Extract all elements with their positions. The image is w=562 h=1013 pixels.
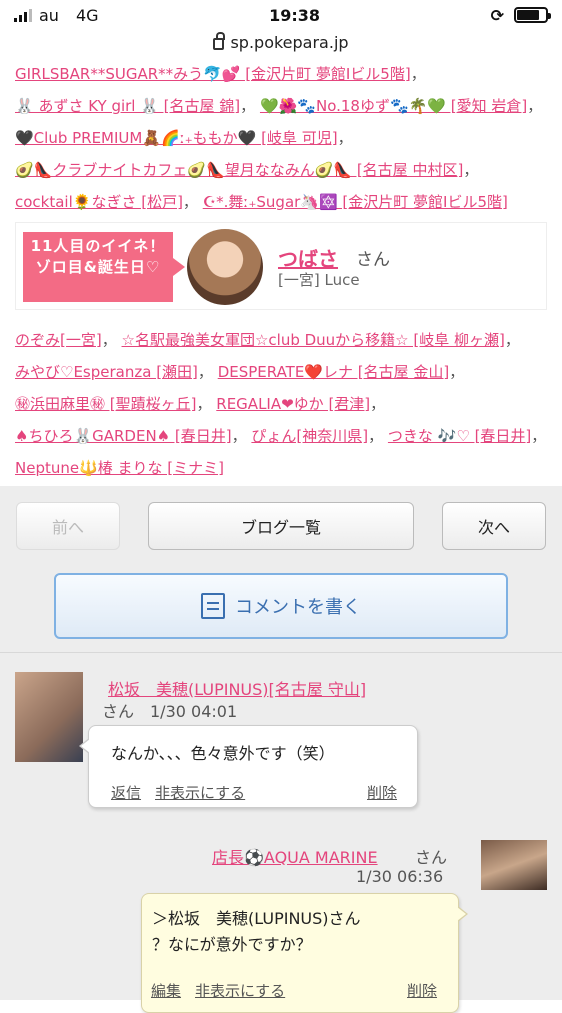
- status-left: au 4G: [14, 6, 99, 25]
- like-link[interactable]: みやび♡Esperanza [瀬田]: [15, 363, 198, 381]
- comment-text: ＞松坂 美穂(LUPINUS)さん ？なにが意外ですか？: [152, 906, 361, 958]
- battery-icon: [514, 7, 551, 23]
- pen-icon: [201, 593, 225, 619]
- like-link[interactable]: ☆名駅最強美女軍団☆club Duuから移籍☆ [岐阜 柳ヶ瀬]: [122, 331, 505, 349]
- status-bar: au 4G 19:38 ⟳: [0, 0, 562, 30]
- comment-line-2: ？なにが意外ですか？: [152, 935, 312, 954]
- avatar[interactable]: [187, 229, 263, 305]
- like-link[interactable]: 🥑👠クラブナイトカフェ🥑👠望月ななみん🥑👠 [名古屋 中村区]: [15, 161, 463, 179]
- delete-link[interactable]: 削除: [407, 980, 437, 1001]
- like-link[interactable]: ぴょん[神奈川県]: [251, 427, 368, 445]
- orientation-lock-icon: ⟳: [490, 5, 504, 25]
- comment-bubble: なんか、、、色々意外です（笑） 返信 非表示にする 削除: [79, 725, 418, 808]
- likes-list-top: GIRLSBAR**SUGAR**みう🐬💕 [金沢片町 夢館Ⅰビル5階]， 🐰 …: [15, 65, 543, 211]
- delete-link[interactable]: 削除: [367, 782, 397, 803]
- like-link[interactable]: GIRLSBAR**SUGAR**みう🐬💕 [金沢片町 夢館Ⅰビル5階]: [15, 65, 411, 83]
- comment-bubble: ＞松坂 美穂(LUPINUS)さん ？なにが意外ですか？ 編集 非表示にする 削…: [141, 893, 468, 1013]
- network-type: 4G: [75, 5, 99, 25]
- lock-icon: [213, 32, 226, 50]
- commenter-name[interactable]: 店長⚽AQUA MARINE: [212, 844, 378, 868]
- like-link[interactable]: 🖤Club PREMIUM🧸🌈ː₊ももか🖤 [岐阜 可児]: [15, 129, 338, 147]
- comment-meta: さん 1/30 04:01: [102, 702, 238, 721]
- hide-link[interactable]: 非表示にする: [195, 980, 285, 1001]
- featured-banner: 11人目のイイネ！ ゾロ目&誕生日♡: [23, 232, 185, 302]
- write-comment-label: コメントを書く: [235, 597, 361, 618]
- like-link[interactable]: 💚🌺🐾No.18ゆず🐾🌴💚 [愛知 岩倉]: [260, 97, 527, 115]
- like-link[interactable]: ㊙浜田麻里㊙ [聖蹟桜ヶ丘]: [15, 395, 196, 413]
- hide-link[interactable]: 非表示にする: [155, 782, 245, 803]
- reply-link[interactable]: 返信: [111, 782, 141, 803]
- comment-line-1: ＞松坂 美穂(LUPINUS)さん: [152, 909, 361, 928]
- clock: 19:38: [269, 5, 321, 25]
- prev-button[interactable]: 前へ: [16, 502, 120, 550]
- divider: [0, 652, 562, 653]
- like-link[interactable]: のぞみ[一宮]: [15, 331, 102, 349]
- next-button[interactable]: 次へ: [442, 502, 546, 550]
- edit-link[interactable]: 編集: [151, 980, 181, 1001]
- featured-shop: [一宮] Luce: [278, 271, 360, 289]
- status-right: ⟳: [490, 5, 551, 25]
- like-link[interactable]: 🐰 あずさ KY girl 🐰 [名古屋 錦]: [15, 97, 240, 115]
- comment-text: なんか、、、色々意外です（笑）: [111, 744, 335, 763]
- featured-suffix: さん: [356, 250, 390, 270]
- like-link[interactable]: つきな 🎶♡ [春日井]: [388, 427, 531, 445]
- like-link[interactable]: DESPERATE❤️レナ [名古屋 金山]: [218, 363, 450, 381]
- like-link[interactable]: ♠ちひろ🐰GARDEN♠ [春日井]: [15, 427, 232, 445]
- likes-list-bottom: のぞみ[一宮]， ☆名駅最強美女軍団☆club Duuから移籍☆ [岐阜 柳ヶ瀬…: [15, 331, 547, 477]
- url-text: sp.pokepara.jp: [230, 32, 349, 52]
- write-comment-button[interactable]: コメントを書く: [54, 573, 508, 639]
- avatar[interactable]: [15, 672, 83, 762]
- avatar[interactable]: [481, 840, 547, 890]
- like-link[interactable]: Neptune🔱椿 まりな [ミナミ]: [15, 459, 224, 477]
- like-link[interactable]: ☪︎*.舞ː₊Sugar🦄🔯 [金沢片町 夢館Ⅰビル5階]: [203, 193, 508, 211]
- like-link[interactable]: cocktail🌻なぎさ [松戸]: [15, 193, 183, 211]
- comment-time: 1/30 06:36: [356, 867, 444, 886]
- address-bar[interactable]: sp.pokepara.jp: [0, 30, 562, 54]
- featured-name[interactable]: つばさ: [278, 243, 338, 272]
- banner-line-2: ゾロ目&誕生日♡: [35, 258, 161, 276]
- commenter-name[interactable]: 松坂 美穂(LUPINUS)[名古屋 守山]: [108, 676, 366, 700]
- banner-line-1: 11人目のイイネ！: [30, 237, 166, 255]
- blog-list-button[interactable]: ブログ一覧: [148, 502, 414, 550]
- like-link[interactable]: REGALIA❤ゆか [君津]: [216, 395, 370, 413]
- commenter-suffix: さん: [415, 848, 448, 867]
- featured-like-card[interactable]: 11人目のイイネ！ ゾロ目&誕生日♡ つばさ さん [一宮] Luce: [15, 222, 547, 310]
- carrier: au: [39, 5, 59, 25]
- signal-icon: [14, 8, 32, 22]
